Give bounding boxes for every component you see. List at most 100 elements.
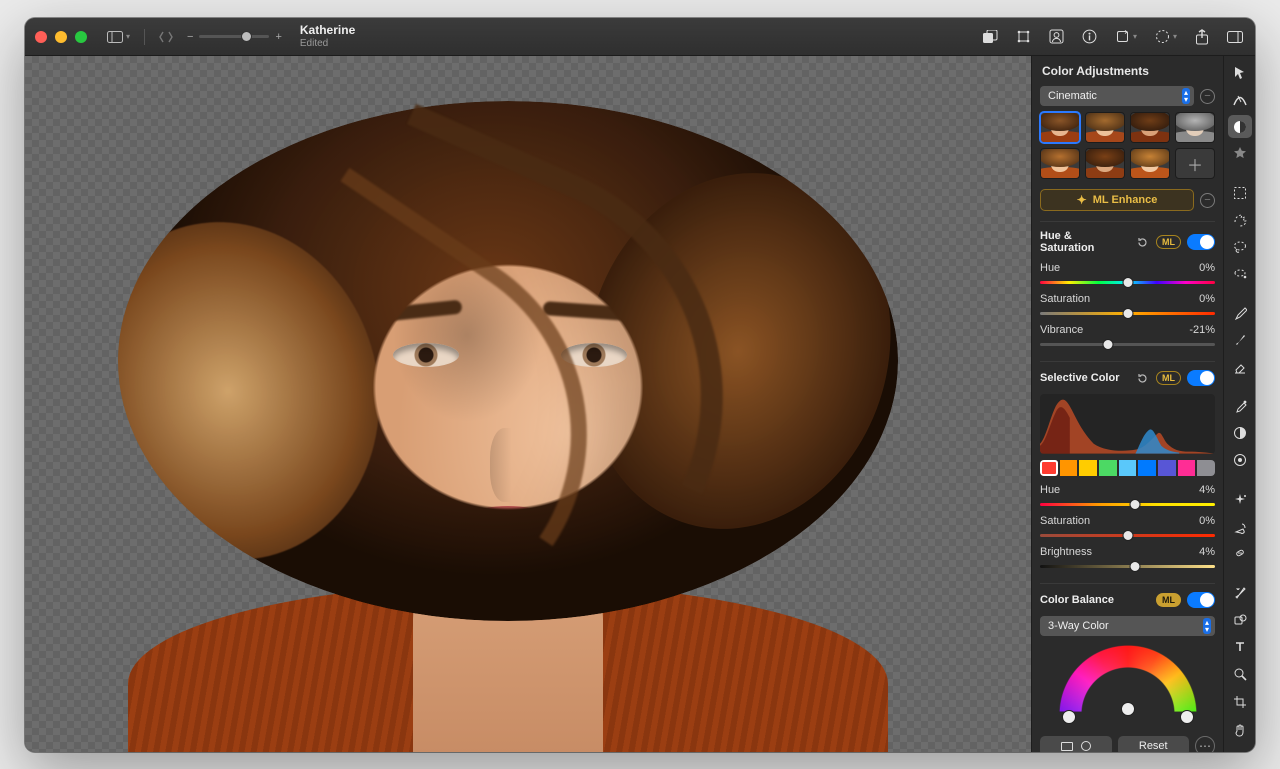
param-sel-hue: Hue4% xyxy=(1040,484,1215,509)
tool-brush[interactable] xyxy=(1228,329,1252,352)
swatch-blue[interactable] xyxy=(1138,460,1156,476)
tool-clone[interactable] xyxy=(1228,582,1252,605)
chevron-down-icon: ▾ xyxy=(1173,32,1177,41)
param-value: 4% xyxy=(1199,546,1215,558)
tool-crop[interactable] xyxy=(1228,690,1252,714)
swatch-yellow[interactable] xyxy=(1079,460,1097,476)
share-icon[interactable] xyxy=(1193,27,1211,47)
section-hue-saturation: Hue & Saturation ML Hue0% Saturation0% xyxy=(1040,221,1215,361)
chevron-down-icon: ▾ xyxy=(126,32,130,41)
close-window[interactable] xyxy=(35,31,47,43)
tool-magnetic[interactable] xyxy=(1228,262,1252,285)
section-title: Hue & Saturation xyxy=(1040,230,1128,254)
tool-gradient[interactable] xyxy=(1228,422,1252,445)
ml-enhance-remove[interactable]: − xyxy=(1200,193,1215,208)
swatch-gray[interactable] xyxy=(1197,460,1215,476)
swatch-green[interactable] xyxy=(1099,460,1117,476)
tool-arrow[interactable] xyxy=(1228,62,1252,85)
preset-thumb[interactable] xyxy=(1175,112,1215,143)
section-toggle[interactable] xyxy=(1187,234,1215,250)
section-toggle[interactable] xyxy=(1187,370,1215,386)
preset-thumb[interactable] xyxy=(1085,112,1125,143)
remove-preset-button[interactable]: − xyxy=(1200,89,1215,104)
ml-enhance-label: ML Enhance xyxy=(1093,194,1158,206)
param-label: Saturation xyxy=(1040,515,1090,527)
preset-thumb[interactable] xyxy=(1085,148,1125,179)
swatch-purple[interactable] xyxy=(1158,460,1176,476)
preset-thumb[interactable] xyxy=(1130,112,1170,143)
tool-sparkle[interactable] xyxy=(1228,489,1252,512)
minimize-window[interactable] xyxy=(55,31,67,43)
ml-badge[interactable]: ML xyxy=(1156,235,1181,249)
tool-arrange[interactable] xyxy=(1228,89,1252,112)
tool-marquee[interactable] xyxy=(1228,182,1252,205)
slider-sel-bri[interactable] xyxy=(1040,561,1215,571)
more-options-button[interactable]: ⋯ xyxy=(1195,736,1215,752)
canvas[interactable] xyxy=(25,56,1031,752)
swatch-red[interactable] xyxy=(1040,460,1058,476)
fullscreen-window[interactable] xyxy=(75,31,87,43)
ml-menu-icon[interactable]: ▾ xyxy=(1153,27,1179,46)
wheel-handle-midtones[interactable] xyxy=(1121,702,1135,716)
navigator-button[interactable] xyxy=(155,29,177,45)
slider-hue[interactable] xyxy=(1040,277,1215,287)
color-wheel[interactable] xyxy=(1040,644,1215,728)
tool-zoom[interactable] xyxy=(1228,662,1252,686)
tool-lasso[interactable] xyxy=(1228,235,1252,258)
tool-pen[interactable] xyxy=(1228,302,1252,325)
preset-thumb[interactable] xyxy=(1040,148,1080,179)
revert-icon[interactable] xyxy=(1134,370,1150,386)
wheel-handle-highlights[interactable] xyxy=(1180,710,1194,724)
toggle-panels-icon[interactable] xyxy=(1225,29,1245,45)
document-title-block: Katherine Edited xyxy=(300,24,355,48)
slider-saturation[interactable] xyxy=(1040,308,1215,318)
param-hue: Hue0% xyxy=(1040,262,1215,287)
tool-favorites[interactable] xyxy=(1228,142,1252,165)
rotate-icon[interactable]: ▾ xyxy=(1113,27,1139,46)
tool-erase[interactable] xyxy=(1228,355,1252,378)
ml-badge[interactable]: ML xyxy=(1156,371,1181,385)
tool-hand[interactable] xyxy=(1228,718,1252,742)
ml-badge[interactable]: ML xyxy=(1156,593,1181,607)
sidebar-toggle[interactable]: ▾ xyxy=(103,29,134,45)
tool-adjust-colors[interactable] xyxy=(1228,115,1252,138)
tool-fill[interactable] xyxy=(1228,515,1252,538)
preset-select[interactable]: Cinematic ▴▾ xyxy=(1040,86,1194,106)
tool-color-picker[interactable] xyxy=(1228,395,1252,418)
revert-icon[interactable] xyxy=(1134,234,1150,250)
tone-range-segment[interactable] xyxy=(1040,736,1112,752)
window-controls xyxy=(35,31,87,43)
slider-sel-hue[interactable] xyxy=(1040,499,1215,509)
preset-select-value: Cinematic xyxy=(1048,90,1097,102)
preset-thumb[interactable] xyxy=(1040,112,1080,143)
tool-blur[interactable] xyxy=(1228,449,1252,472)
swatch-cyan[interactable] xyxy=(1119,460,1137,476)
zoom-out-button[interactable]: − xyxy=(187,31,193,43)
add-preset-button[interactable]: ＋ xyxy=(1175,148,1215,179)
info-icon[interactable] xyxy=(1080,27,1099,46)
preset-thumb[interactable] xyxy=(1130,148,1170,179)
app-window: ▾ − + Katherine Edited xyxy=(25,18,1255,752)
tool-text[interactable] xyxy=(1228,635,1252,658)
color-balance-mode-select[interactable]: 3-Way Color ▴▾ xyxy=(1040,616,1215,636)
swatch-magenta[interactable] xyxy=(1178,460,1196,476)
main-area: Color Adjustments Cinematic ▴▾ − ＋ xyxy=(25,56,1255,752)
portrait-icon[interactable] xyxy=(1047,27,1066,46)
tool-healing[interactable] xyxy=(1228,542,1252,565)
section-toggle[interactable] xyxy=(1187,592,1215,608)
sparkle-icon: ✦ xyxy=(1077,193,1087,207)
zoom-slider[interactable] xyxy=(199,35,269,38)
param-value: 0% xyxy=(1199,262,1215,274)
slider-vibrance[interactable] xyxy=(1040,339,1215,349)
tool-quick-select[interactable] xyxy=(1228,209,1252,232)
tool-shapes[interactable] xyxy=(1228,609,1252,632)
slider-sel-sat[interactable] xyxy=(1040,530,1215,540)
zoom-in-button[interactable]: + xyxy=(275,31,281,43)
transform-refine-icon[interactable] xyxy=(1014,27,1033,46)
swatch-orange[interactable] xyxy=(1060,460,1078,476)
wheel-handle-shadows[interactable] xyxy=(1062,710,1076,724)
ml-enhance-button[interactable]: ✦ ML Enhance xyxy=(1040,189,1194,211)
reset-label: Reset xyxy=(1139,740,1168,752)
reset-button[interactable]: Reset xyxy=(1118,736,1190,752)
layers-icon[interactable] xyxy=(980,28,1000,46)
